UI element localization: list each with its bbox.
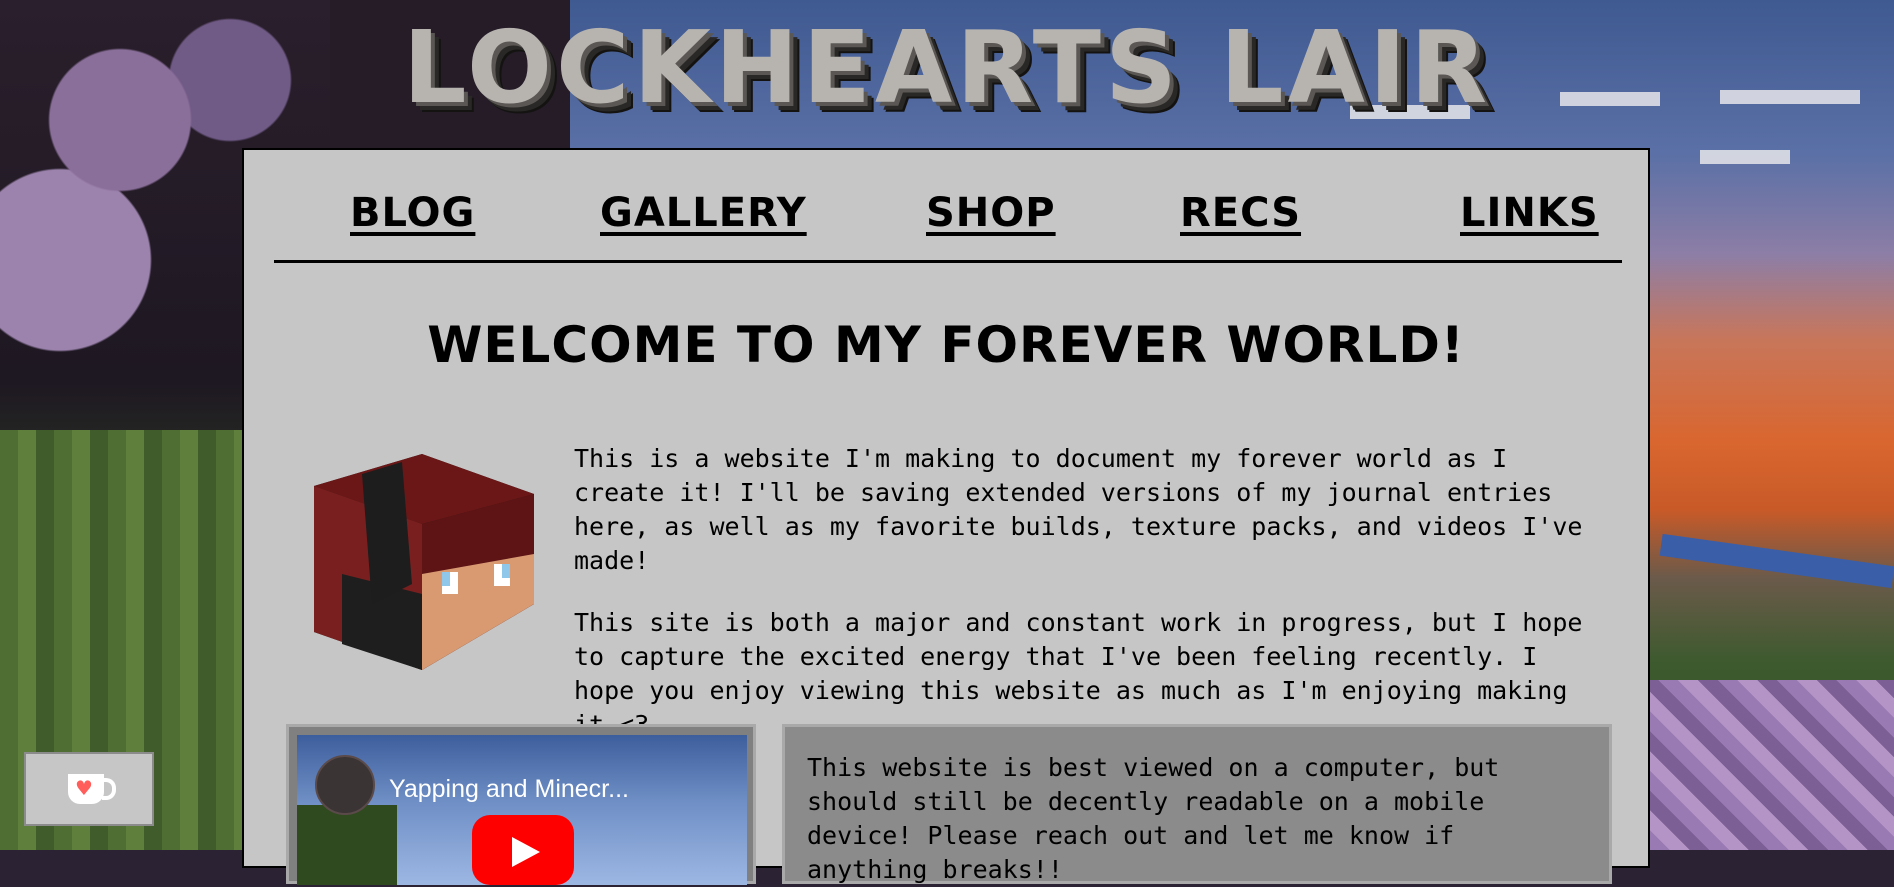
video-scenery [297,805,397,885]
cherry-blossom-foliage [1650,680,1894,850]
intro-paragraph: This site is both a major and constant w… [574,608,1583,739]
site-logo: LOCKHEARTS LAIR [402,9,1492,126]
video-title[interactable]: Yapping and Minecr... [389,775,629,804]
page-title: WELCOME TO MY FOREVER WORLD! [427,316,1465,374]
avatar [314,454,534,670]
video-embed[interactable]: Yapping and Minecr... [286,724,756,885]
intro-paragraph: This is a website I'm making to document… [574,444,1583,575]
cloud [1700,150,1790,164]
kofi-button[interactable]: ♥ [24,752,154,826]
intro-text: This is a website I'm making to document… [574,442,1604,770]
channel-avatar[interactable] [315,755,375,815]
nav-link-links[interactable]: LINKS [1460,190,1599,236]
play-icon[interactable] [472,815,574,885]
nav-link-recs[interactable]: RECS [1180,190,1301,236]
video-thumbnail[interactable]: Yapping and Minecr... [297,735,747,885]
main-panel: BLOG GALLERY SHOP RECS LINKS WELCOME TO … [242,148,1650,885]
nav-link-gallery[interactable]: GALLERY [600,190,807,236]
nav-link-shop[interactable]: SHOP [926,190,1056,236]
main-nav: BLOG GALLERY SHOP RECS LINKS [274,190,1622,263]
notice-box: This website is best viewed on a compute… [782,724,1612,884]
heart-icon: ♥ [75,776,93,800]
nav-link-blog[interactable]: BLOG [350,190,475,236]
